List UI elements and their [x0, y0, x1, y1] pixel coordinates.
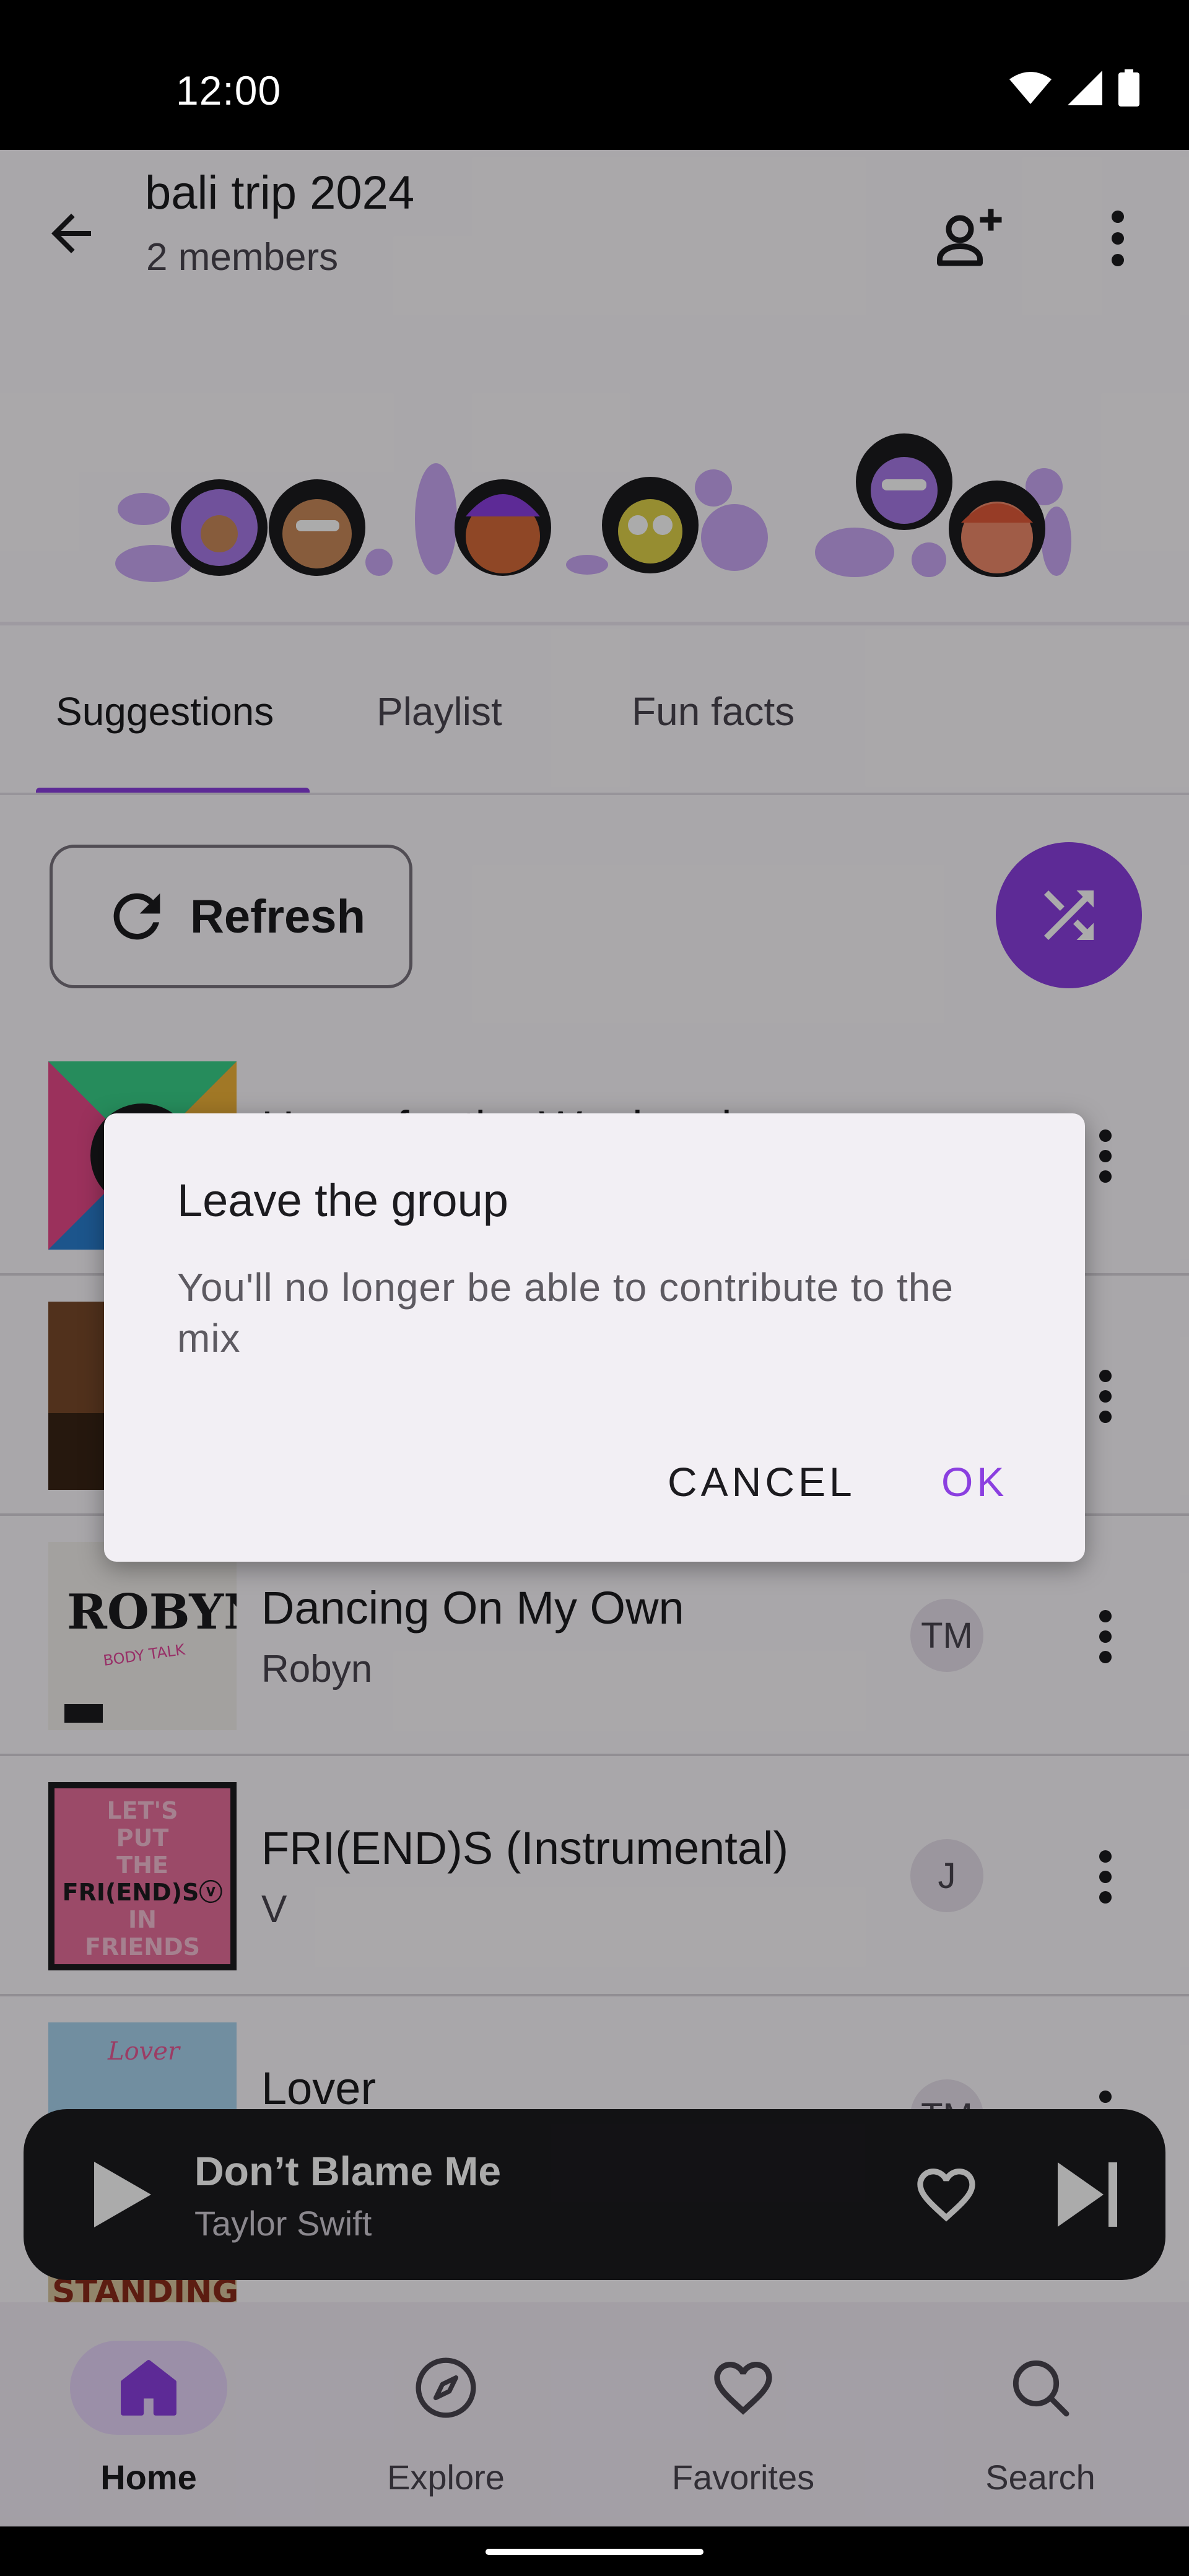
gesture-handle[interactable]: [486, 2549, 703, 2555]
leave-group-dialog: Leave the group You'll no longer be able…: [104, 1113, 1085, 1562]
dialog-title: Leave the group: [177, 1175, 508, 1226]
status-icons: [1009, 69, 1139, 107]
ok-button[interactable]: OK: [917, 1448, 1032, 1516]
gesture-bar: [0, 2526, 1189, 2576]
cellular-signal-icon: [1068, 71, 1102, 105]
battery-icon: [1118, 69, 1139, 107]
status-time: 12:00: [176, 67, 282, 113]
cancel-button[interactable]: CANCEL: [643, 1448, 881, 1516]
wifi-icon: [1009, 72, 1052, 104]
status-bar: 12:00: [0, 0, 1189, 150]
dialog-message: You'll no longer be able to contribute t…: [177, 1265, 954, 1360]
